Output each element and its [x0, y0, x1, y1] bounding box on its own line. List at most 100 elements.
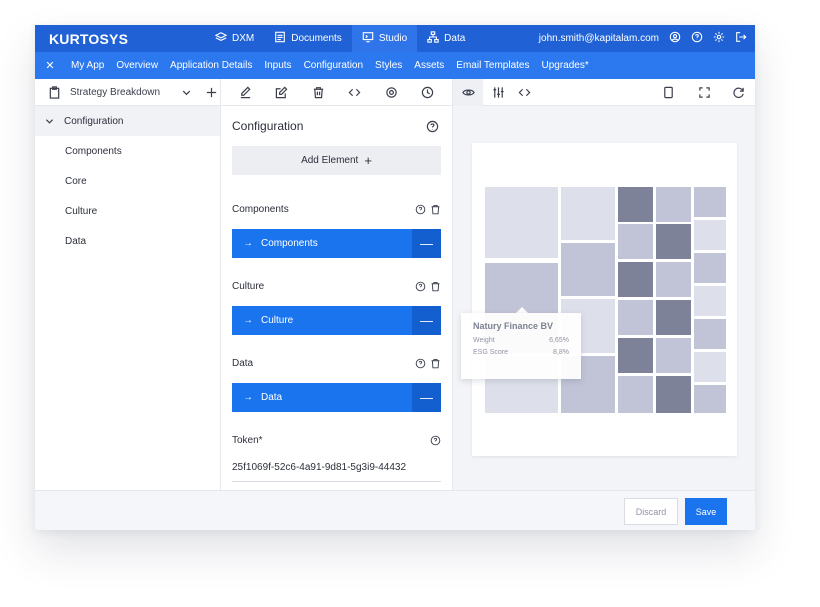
topnav-label: DXM — [232, 33, 255, 44]
treemap-tile[interactable] — [694, 253, 726, 283]
add-element-button[interactable]: Add Element + — [232, 146, 441, 175]
treemap-tile[interactable] — [656, 224, 691, 259]
gear-icon[interactable] — [713, 31, 725, 46]
treemap-tile[interactable] — [694, 286, 726, 316]
trash-icon[interactable] — [309, 84, 327, 102]
treemap-tile[interactable] — [618, 224, 653, 259]
treemap-tile[interactable] — [656, 262, 691, 297]
topnav-studio[interactable]: Studio — [351, 25, 418, 52]
sidebar-item-label: Configuration — [64, 115, 124, 127]
chevron-down-icon[interactable] — [177, 84, 195, 102]
treemap-tile[interactable] — [656, 338, 691, 373]
tooltip-label: Weight — [473, 337, 495, 344]
treemap-tile[interactable] — [656, 300, 691, 335]
subnav-styles[interactable]: Styles — [369, 60, 408, 71]
subnav-inputs[interactable]: Inputs — [258, 60, 297, 71]
help-icon[interactable] — [691, 31, 703, 46]
trash-icon[interactable] — [430, 281, 441, 292]
treemap-tile[interactable] — [618, 338, 653, 373]
trash-icon[interactable] — [430, 204, 441, 215]
arrow-right-icon: → — [243, 315, 253, 326]
treemap-tile[interactable] — [485, 187, 558, 258]
save-button[interactable]: Save — [685, 498, 727, 525]
topnav-documents[interactable]: Documents — [264, 25, 352, 52]
treemap-tile[interactable] — [694, 385, 726, 413]
sidebar-item-culture[interactable]: Culture — [35, 196, 220, 226]
edit-icon[interactable] — [273, 84, 291, 102]
top-bar: KURTOSYS DXM Documents Studio Data john.… — [35, 25, 755, 52]
treemap-tile[interactable] — [561, 243, 615, 296]
plus-icon[interactable] — [202, 84, 220, 102]
treemap-tile[interactable] — [656, 376, 691, 413]
main-content: Configuration Components Core Culture Da… — [35, 106, 755, 490]
footer-bar: Discard Save — [35, 490, 755, 530]
code-icon[interactable] — [515, 84, 533, 102]
treemap-tile[interactable] — [694, 220, 726, 250]
treemap-tile[interactable] — [618, 376, 653, 413]
components-row[interactable]: → Components — — [232, 229, 441, 258]
user-icon[interactable] — [669, 31, 681, 46]
sliders-icon[interactable] — [489, 84, 507, 102]
help-icon[interactable] — [415, 281, 426, 292]
gear-icon[interactable] — [382, 84, 400, 102]
tooltip-value: 6,65% — [549, 337, 569, 344]
subnav-upgrades[interactable]: Upgrades* — [535, 60, 594, 71]
toolbar: Strategy Breakdown — [35, 79, 755, 106]
tooltip-value: 8,8% — [553, 349, 569, 356]
topnav-label: Studio — [378, 33, 408, 44]
preview-toggle[interactable] — [453, 79, 483, 106]
code-icon[interactable] — [346, 84, 364, 102]
treemap-tile[interactable] — [656, 187, 691, 222]
treemap-tile[interactable] — [618, 187, 653, 222]
discard-button[interactable]: Discard — [624, 498, 678, 525]
refresh-icon[interactable] — [729, 84, 747, 102]
collapse-button[interactable]: — — [412, 383, 441, 412]
fullscreen-icon[interactable] — [695, 84, 713, 102]
sidebar-item-components[interactable]: Components — [35, 136, 220, 166]
subnav-email-templates[interactable]: Email Templates — [450, 60, 535, 71]
collapse-button[interactable]: — — [412, 306, 441, 335]
treemap-tile[interactable] — [618, 300, 653, 335]
sidebar-item-data[interactable]: Data — [35, 226, 220, 256]
close-icon[interactable]: ✕ — [35, 59, 65, 72]
sidebar-item-core[interactable]: Core — [35, 166, 220, 196]
sidebar-item-configuration[interactable]: Configuration — [35, 106, 220, 136]
user-email[interactable]: john.smith@kapitalam.com — [539, 33, 659, 44]
mobile-view-icon[interactable] — [659, 84, 677, 102]
culture-row[interactable]: → Culture — — [232, 306, 441, 335]
help-icon[interactable] — [430, 435, 441, 446]
treemap-tile[interactable] — [561, 187, 615, 240]
topnav-data[interactable]: Data — [417, 25, 475, 52]
treemap-tile[interactable] — [694, 352, 726, 382]
treemap-tile[interactable] — [618, 262, 653, 297]
subnav-overview[interactable]: Overview — [110, 60, 164, 71]
collapse-button[interactable]: — — [412, 229, 441, 258]
tooltip-label: ESG Score — [473, 349, 509, 356]
layers-icon — [214, 31, 228, 46]
subnav-my-app[interactable]: My App — [65, 60, 110, 71]
help-icon[interactable] — [415, 204, 426, 215]
pencil-icon[interactable] — [236, 84, 254, 102]
sub-nav: ✕ My App Overview Application Details In… — [35, 52, 755, 79]
subnav-assets[interactable]: Assets — [408, 60, 450, 71]
data-row[interactable]: → Data — — [232, 383, 441, 412]
subnav-application-details[interactable]: Application Details — [164, 60, 258, 71]
topnav-dxm[interactable]: DXM — [205, 25, 264, 52]
clipboard-icon — [45, 84, 63, 102]
help-icon[interactable] — [423, 117, 441, 135]
subnav-configuration[interactable]: Configuration — [298, 60, 369, 71]
sidebar-item-label: Culture — [65, 205, 98, 217]
config-header: Configuration — [221, 106, 452, 146]
app-logo: KURTOSYS — [49, 31, 129, 47]
treemap-tile[interactable] — [694, 319, 726, 349]
token-input[interactable]: 25f1069f-52c6-4a91-9d81-5g3i9-44432 — [232, 462, 441, 482]
logout-icon[interactable] — [735, 31, 747, 46]
sidebar-item-label: Data — [65, 235, 87, 247]
document-selector[interactable]: Strategy Breakdown — [35, 79, 221, 106]
trash-icon[interactable] — [430, 358, 441, 369]
editor-tools — [221, 79, 453, 106]
studio-icon — [362, 31, 374, 46]
clock-icon[interactable] — [419, 84, 437, 102]
help-icon[interactable] — [415, 358, 426, 369]
treemap-tile[interactable] — [694, 187, 726, 217]
